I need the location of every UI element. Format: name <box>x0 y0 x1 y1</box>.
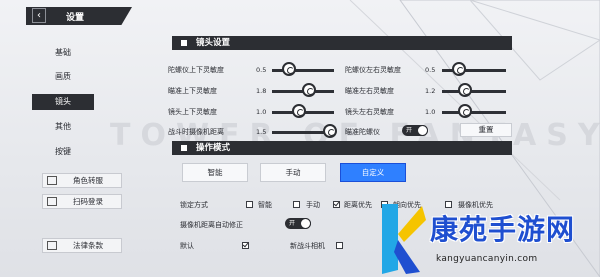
gyro-horizontal-knob[interactable] <box>452 62 466 76</box>
scan-login-button[interactable]: 扫码登录 <box>42 194 122 209</box>
gyro-vertical-label: 陀螺仪上下灵敏度 <box>168 66 224 74</box>
person-icon <box>47 176 57 185</box>
sidebar-item-camera[interactable]: 镜头 <box>32 94 94 110</box>
back-button[interactable]: ‹ <box>32 8 46 23</box>
aim-horizontal-label: 瞄准左右灵敏度 <box>345 87 394 95</box>
gyro-horizontal-label: 陀螺仪左右灵敏度 <box>345 66 401 74</box>
scan-icon <box>47 197 57 206</box>
mode-manual-button[interactable]: 手动 <box>260 163 326 182</box>
auto-correct-label: 摄像机距离自动修正 <box>180 221 243 229</box>
aim-vertical-knob[interactable] <box>302 83 316 97</box>
combat-distance-label: 战斗时摄像机距离 <box>168 128 224 136</box>
gyro-vertical-knob[interactable] <box>282 62 296 76</box>
combat-distance-value: 1.5 <box>256 128 267 136</box>
mode-custom-button[interactable]: 自定义 <box>340 163 406 182</box>
default-label: 默认 <box>180 242 194 250</box>
lens-horizontal-slider[interactable] <box>442 111 506 114</box>
legal-terms-button[interactable]: 法律条款 <box>42 238 122 253</box>
lock-manual-label: 手动 <box>306 201 320 209</box>
sidebar-item-basic[interactable]: 基础 <box>32 45 94 61</box>
brand-watermark: 康苑手游网 kangyuancanyin.com <box>376 200 600 277</box>
lock-distance-checkbox[interactable] <box>333 201 340 208</box>
aim-vertical-value: 1.8 <box>256 87 267 95</box>
lens-vertical-knob[interactable] <box>292 104 306 118</box>
reset-button[interactable]: 重置 <box>460 123 512 137</box>
lock-distance-label: 距离优先 <box>344 201 372 209</box>
new-combat-camera-label: 新战斗相机 <box>290 242 325 250</box>
lens-horizontal-knob[interactable] <box>458 104 472 118</box>
gyro-vertical-value: 0.5 <box>256 66 267 74</box>
transfer-server-button[interactable]: 角色转服 <box>42 173 122 188</box>
toggle-knob <box>300 218 311 229</box>
camera-settings-header: 镜头设置 <box>172 36 512 50</box>
lens-vertical-label: 镜头上下灵敏度 <box>168 108 217 116</box>
mode-smart-button[interactable]: 智能 <box>182 163 248 182</box>
brand-logo-icon <box>382 204 426 274</box>
document-icon <box>47 241 57 250</box>
sidebar-item-graphics[interactable]: 画质 <box>32 69 94 85</box>
lens-vertical-value: 1.0 <box>256 108 267 116</box>
top-bar: ‹ 设置 <box>0 0 600 32</box>
lock-smart-label: 智能 <box>258 201 272 209</box>
sidebar-item-other[interactable]: 其他 <box>32 119 94 135</box>
operation-mode-header: 操作模式 <box>172 141 512 155</box>
lock-manual-checkbox[interactable] <box>293 201 300 208</box>
combat-distance-knob[interactable] <box>323 124 337 138</box>
brand-url: kangyuancanyin.com <box>436 254 538 264</box>
aim-horizontal-slider[interactable] <box>442 90 506 93</box>
lock-smart-checkbox[interactable] <box>246 201 253 208</box>
aim-gyro-label: 瞄准陀螺仪 <box>345 128 380 136</box>
lock-mode-label: 锁定方式 <box>180 201 208 209</box>
lens-horizontal-value: 1.0 <box>425 108 436 116</box>
brand-name: 康苑手游网 <box>430 213 576 246</box>
gyro-horizontal-value: 0.5 <box>425 66 436 74</box>
sidebar-item-keys[interactable]: 按键 <box>32 144 94 160</box>
aim-horizontal-knob[interactable] <box>458 83 472 97</box>
lens-horizontal-label: 镜头左右灵敏度 <box>345 108 394 116</box>
auto-correct-toggle[interactable]: 开 <box>285 218 311 229</box>
toggle-knob <box>417 125 428 136</box>
aim-gyro-toggle[interactable]: 开 <box>402 125 428 136</box>
page-title: 设置 <box>66 13 85 23</box>
default-checkbox[interactable] <box>242 242 249 249</box>
aim-vertical-label: 瞄准上下灵敏度 <box>168 87 217 95</box>
aim-horizontal-value: 1.2 <box>425 87 436 95</box>
new-combat-camera-checkbox[interactable] <box>336 242 343 249</box>
